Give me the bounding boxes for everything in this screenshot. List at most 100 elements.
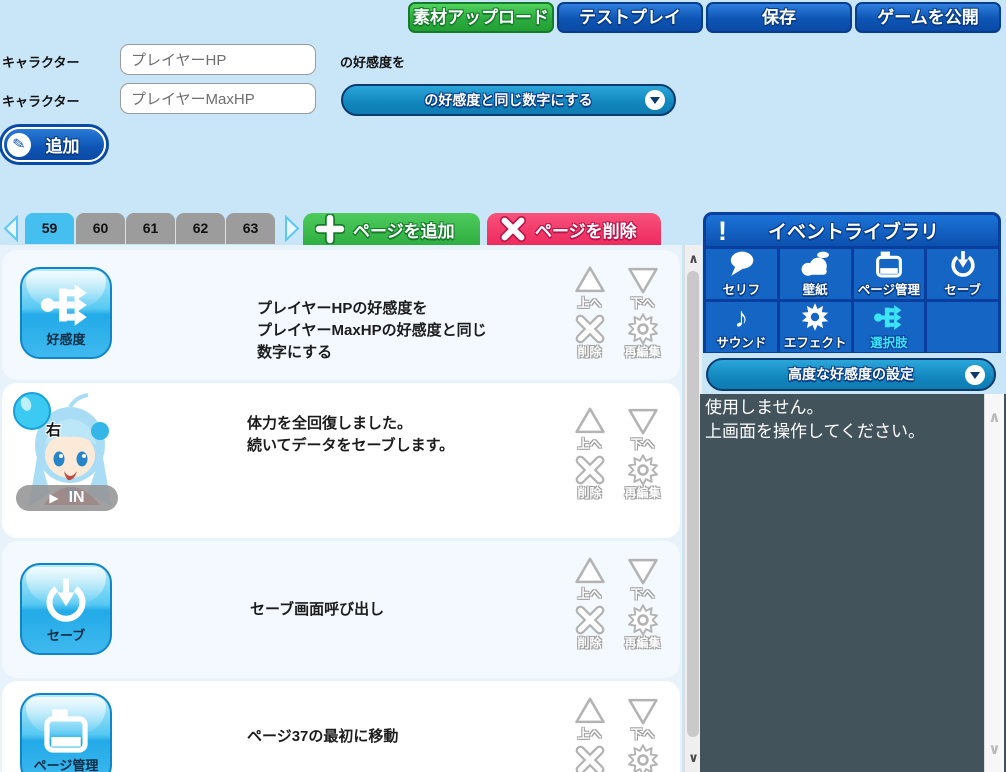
action-select[interactable]: の好感度と同じ数字にする [341, 84, 676, 116]
page-box-icon [40, 705, 92, 757]
move-up-button[interactable]: 上へ [570, 695, 609, 742]
event-description: セーブ画面呼び出し [250, 601, 385, 618]
save-button[interactable]: 保存 [706, 2, 852, 33]
move-up-button[interactable]: 上へ [570, 555, 609, 602]
delete-event-button[interactable]: 削除 [570, 313, 609, 360]
move-down-button[interactable]: 下へ [623, 555, 662, 602]
message-line: 上画面を操作してください。 [705, 422, 925, 441]
event-description: 体力を全回復しました。 続いてデータをセーブします。 [247, 415, 455, 454]
character-portrait: 右 ▶ IN [8, 391, 123, 517]
down-triangle-icon [627, 267, 658, 294]
move-up-button[interactable]: 上へ [570, 264, 609, 311]
advanced-favorability-button[interactable]: 高度な好感度の設定 [706, 358, 996, 391]
library-item-save[interactable]: セーブ [927, 249, 998, 299]
character-in-badge: ▶ IN [16, 485, 118, 511]
branch-icon [40, 283, 87, 326]
page-tab-59[interactable]: 59 [25, 213, 74, 244]
event-row-favorability[interactable]: 好感度 プレイヤーHPの好感度を プレイヤーMaxHPの好感度と同じ 数字にする 上… [2, 250, 680, 380]
effect-gear-icon [801, 303, 829, 331]
delete-page-label: ページを削除 [535, 221, 637, 241]
power-save-icon [950, 249, 975, 277]
gear-icon [627, 313, 658, 345]
event-row-page[interactable]: ページ管理 ページ37の最初に移動 上へ 下へ 削除 再編集 [2, 681, 680, 772]
reedit-event-button[interactable]: 再編集 [623, 744, 662, 772]
favorability-icon: 好感度 [20, 267, 112, 359]
add-button[interactable]: ✎ 追加 [2, 127, 106, 162]
x-icon [575, 455, 604, 485]
page-tab-63[interactable]: 63 [226, 213, 275, 244]
library-item-sound[interactable]: ♪ サウンド [706, 302, 777, 352]
character-label-2: キャラクター [2, 94, 80, 109]
page-tab-61[interactable]: 61 [126, 213, 175, 244]
event-controls: 上へ 下へ 削除 再編集 [570, 264, 662, 360]
reedit-event-button[interactable]: 再編集 [623, 313, 662, 360]
add-page-button[interactable]: ページを追加 [303, 213, 480, 245]
delete-event-button[interactable]: 削除 [570, 454, 609, 501]
favorability-icon-label: 好感度 [46, 331, 86, 347]
action-select-value: の好感度と同じ数字にする [424, 92, 593, 108]
delete-event-button[interactable]: 削除 [570, 744, 609, 772]
library-item-serif[interactable]: セリフ [706, 249, 777, 299]
scrollbar-thumb[interactable] [687, 271, 699, 737]
add-page-label: ページを追加 [353, 221, 455, 241]
exclamation-icon: ! [718, 215, 727, 246]
up-triangle-icon [574, 266, 605, 293]
scroll-up-icon[interactable]: ∧ [685, 251, 702, 267]
library-item-effect[interactable]: エフェクト [779, 302, 851, 352]
speech-bubble-icon [731, 251, 754, 276]
character-input-1[interactable] [120, 44, 316, 75]
event-list: 好感度 プレイヤーHPの好感度を プレイヤーMaxHPの好感度と同じ 数字にする 上… [0, 245, 682, 772]
move-down-button[interactable]: 下へ [623, 264, 662, 311]
event-description: プレイヤーHPの好感度を プレイヤーMaxHPの好感度と同じ 数字にする [257, 300, 487, 361]
up-triangle-icon [574, 407, 605, 434]
scroll-down-icon[interactable]: ∨ [985, 740, 1004, 758]
event-library-title: イベントライブラリ [767, 222, 939, 243]
gear-icon [627, 454, 658, 486]
reedit-event-button[interactable]: 再編集 [623, 604, 662, 651]
scroll-up-icon[interactable]: ∧ [985, 408, 1004, 426]
x-icon [575, 745, 604, 772]
play-icon: ▶ [49, 491, 59, 505]
branch-icon [873, 305, 902, 330]
down-triangle-icon [627, 558, 658, 585]
upload-assets-button[interactable]: 素材アップロード [408, 2, 554, 33]
x-icon [499, 215, 527, 243]
tab-scroll-left-icon[interactable] [2, 215, 20, 242]
page-manage-icon: ページ管理 [20, 693, 112, 772]
reedit-event-button[interactable]: 再編集 [623, 454, 662, 501]
character-input-2[interactable] [120, 83, 316, 114]
gear-icon [627, 744, 658, 772]
plus-icon [315, 214, 345, 244]
library-item-choice[interactable]: 選択肢 [853, 302, 925, 352]
move-up-button[interactable]: 上へ [570, 405, 609, 452]
wallpaper-cloud-icon [801, 251, 830, 276]
up-triangle-icon [574, 697, 605, 724]
library-item-page[interactable]: ページ管理 [853, 249, 925, 299]
publish-game-button[interactable]: ゲームを公開 [855, 2, 1001, 33]
up-triangle-icon [574, 557, 605, 584]
library-message-panel: 使用しません。 上画面を操作してください。 [700, 394, 1006, 772]
chevron-down-icon [645, 90, 665, 110]
music-note-icon: ♪ [734, 302, 749, 333]
page-box-icon [875, 250, 902, 278]
move-down-button[interactable]: 下へ [623, 695, 662, 742]
library-item-wallpaper[interactable]: 壁紙 [779, 249, 851, 299]
move-down-button[interactable]: 下へ [623, 405, 662, 452]
test-play-button[interactable]: テストプレイ [557, 2, 703, 33]
event-library-header: ! イベントライブラリ [703, 212, 1001, 246]
message-line: 使用しません。 [705, 398, 824, 417]
event-controls: 上へ 下へ 削除 再編集 [570, 555, 662, 651]
event-row-speech[interactable]: 右 ▶ IN 体力を全回復しました。 続いてデータをセーブします。 上へ 下へ 削… [2, 383, 680, 538]
library-cell-empty [927, 302, 998, 352]
x-icon [575, 605, 604, 635]
tab-scroll-right-icon[interactable] [283, 215, 301, 242]
down-triangle-icon [627, 408, 658, 435]
page-tab-62[interactable]: 62 [176, 213, 225, 244]
delete-page-button[interactable]: ページを削除 [487, 213, 661, 245]
delete-event-button[interactable]: 削除 [570, 604, 609, 651]
event-library-grid: セリフ 壁紙 ページ管理 セーブ ♪ サウンド エフェクト 選択肢 [703, 246, 1001, 353]
event-row-save[interactable]: セーブ セーブ画面呼び出し 上へ 下へ 削除 再編集 [2, 541, 680, 678]
message-panel-scrollbar[interactable]: ∧ ∨ [984, 394, 1004, 772]
page-tab-60[interactable]: 60 [76, 213, 125, 244]
pencil-icon: ✎ [5, 130, 33, 159]
